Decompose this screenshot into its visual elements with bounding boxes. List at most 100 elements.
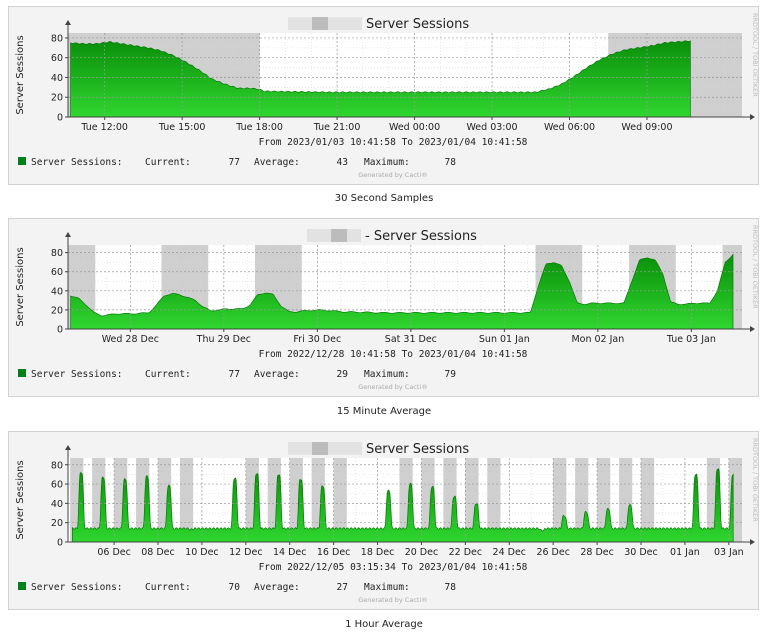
redacted-block [331,229,347,242]
x-tick-label: Tue 18:00 [235,122,283,133]
y-tick-label: 80 [51,33,63,44]
y-tick-label: 0 [57,113,63,124]
y-tick-label: 0 [57,538,63,549]
y-tick-label: 0 [57,325,63,336]
y-tick-label: 40 [51,499,63,510]
redacted-block [312,442,328,455]
x-tick-label: Wed 28 Dec [102,334,159,345]
legend-maximum-value: 79 [445,369,457,380]
redacted-block [312,17,328,30]
legend-average-label: Average: [254,369,300,380]
generated-by-text: Generated by Cacti® [358,383,428,391]
y-tick-label: 20 [51,518,63,529]
rrdtool-label: RRDTOOL / TOBI OETIKER [751,225,759,309]
y-tick-label: 40 [51,286,63,297]
x-tick-label: Wed 06:00 [544,122,595,133]
generated-by-text: Generated by Cacti® [358,596,428,604]
x-tick-label: Tue 12:00 [80,122,128,133]
x-tick-label: Tue 15:00 [158,122,206,133]
x-tick-label: 06 Dec [97,547,131,558]
chart-svg: 0 20 40 60 80 06 Dec 08 Dec 10 Dec 12 Dec 14 Dec 1… [15,438,759,604]
graph-30-second: 0 20 40 60 80 Tue 12:00 Tue 15:00 Tue 18:00 Tue … [8,6,759,185]
x-tick-label: Tue 21:00 [313,122,361,133]
x-tick-label: 28 Dec [580,547,614,558]
chart-title: Server Sessions [366,442,469,457]
graph-1-hour: 0 20 40 60 80 06 Dec 08 Dec 10 Dec 12 Dec 14 Dec 1… [8,431,759,610]
y-tick-label: 80 [51,248,63,259]
y-axis-arrow [65,445,71,450]
y-tick-label: 60 [51,53,63,64]
legend-maximum-label: Maximum: [364,157,410,168]
legend-series-name: Server Sessions: [31,582,123,593]
legend-current-label: Current: [145,582,191,593]
legend-current-value: 77 [229,369,240,380]
legend-maximum-label: Maximum: [364,369,410,380]
x-tick-label: 24 Dec [493,547,527,558]
legend-swatch [18,369,26,377]
x-tick-label: 03 Jan [714,547,744,558]
graph-caption: 30 Second Samples [334,193,434,204]
x-tick-label: 14 Dec [273,547,307,558]
x-axis-arrow [750,326,755,332]
graph-15-minute: 0 20 40 60 80 Wed 28 Dec Thu 29 Dec Fri 30 Dec S… [8,218,759,397]
y-axis-arrow [65,232,71,237]
x-tick-label: 08 Dec [141,547,175,558]
rrdtool-label: RRDTOOL / TOBI OETIKER [751,13,759,97]
legend-average-value: 43 [337,157,348,168]
y-tick-label: 80 [51,460,63,471]
legend-average-label: Average: [254,582,300,593]
y-axis-label: Server Sessions [15,460,26,539]
legend-series-name: Server Sessions: [31,157,123,168]
x-tick-label: 18 Dec [361,547,395,558]
date-range-text: From 2022/12/28 10:41:58 To 2023/01/04 1… [259,349,528,360]
legend-series-name: Server Sessions: [31,369,123,380]
x-tick-label: Sat 31 Dec [385,334,437,345]
x-axis-arrow [750,539,755,545]
legend-average-value: 27 [337,582,348,593]
x-tick-label: Tue 03 Jan [666,334,716,345]
x-tick-label: 16 Dec [317,547,351,558]
y-tick-label: 40 [51,73,63,84]
x-tick-label: Wed 09:00 [621,122,672,133]
legend-average-value: 29 [337,369,349,380]
legend-maximum-label: Maximum: [364,582,410,593]
x-tick-label: 01 Jan [670,547,700,558]
y-tick-label: 60 [51,480,63,491]
legend-current-label: Current: [145,157,191,168]
legend-maximum-value: 78 [445,582,457,593]
x-tick-label: 30 Dec [624,547,658,558]
generated-by-text: Generated by Cacti® [358,171,428,179]
graph-caption: 15 Minute Average [336,406,432,417]
chart-title: - Server Sessions [365,229,477,244]
x-tick-label: Fri 30 Dec [293,334,341,345]
x-tick-label: 10 Dec [185,547,219,558]
rrdtool-label: RRDTOOL / TOBI OETIKER [751,438,759,522]
y-axis-label: Server Sessions [15,35,26,114]
legend-current-value: 70 [229,582,241,593]
x-tick-label: Wed 03:00 [466,122,517,133]
graph-caption: 1 Hour Average [345,619,423,630]
legend-current-label: Current: [145,369,191,380]
legend-average-label: Average: [254,157,300,168]
x-tick-label: Thu 29 Dec [196,334,251,345]
date-range-text: From 2022/12/05 03:15:34 To 2023/01/04 1… [259,562,528,573]
y-tick-label: 60 [51,267,63,278]
y-axis-arrow [65,20,71,25]
y-tick-label: 20 [51,93,63,104]
x-tick-label: Sun 01 Jan [479,334,530,345]
legend-swatch [18,157,26,165]
chart-svg: 0 20 40 60 80 Tue 12:00 Tue 15:00 Tue 18:00 Tue … [15,13,759,179]
x-tick-label: Wed 00:00 [389,122,440,133]
x-tick-label: 12 Dec [229,547,263,558]
legend-current-value: 77 [229,157,240,168]
y-axis-label: Server Sessions [15,247,26,326]
y-tick-label: 20 [51,305,63,316]
x-axis-arrow [750,114,755,120]
x-tick-label: 26 Dec [536,547,570,558]
x-tick-label: 20 Dec [405,547,439,558]
x-tick-label: Mon 02 Jan [571,334,624,345]
x-tick-label: 22 Dec [449,547,483,558]
chart-svg: 0 20 40 60 80 Wed 28 Dec Thu 29 Dec Fri 30 Dec S… [15,225,759,391]
date-range-text: From 2023/01/03 10:41:58 To 2023/01/04 1… [259,137,528,148]
chart-title: Server Sessions [366,17,469,32]
